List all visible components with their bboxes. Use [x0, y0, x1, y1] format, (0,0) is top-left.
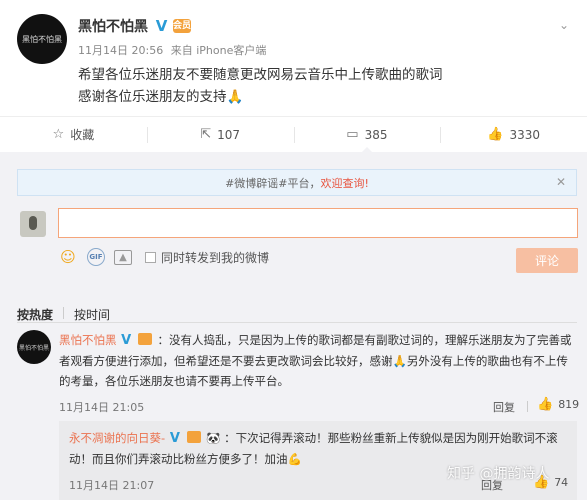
notice-link[interactable]: 欢迎查询! — [321, 175, 369, 191]
post-timestamp[interactable]: 11月14日 20:56 — [78, 44, 163, 57]
author-avatar[interactable]: 黑怕不怕黑 — [17, 14, 67, 64]
verified-icon: V — [121, 333, 132, 348]
sub-comment-author-name[interactable]: 永不凋谢的向日葵- — [69, 431, 165, 445]
chevron-down-icon[interactable]: ⌄ — [559, 18, 573, 32]
member-badge-icon — [137, 333, 152, 345]
thumbs-up-icon: 👍 — [537, 397, 554, 412]
repost-checkbox[interactable] — [145, 251, 156, 263]
zhihu-watermark: 知乎 @拥韵诗人 — [447, 466, 550, 482]
like-button[interactable]: 👍 3330 — [440, 117, 587, 152]
comment-text: 黑怕不怕黑 V ：没有人捣乱，只是因为上传的歌词都是有副歌过词的，理解乐迷朋友为… — [59, 330, 577, 391]
comment-icon: ▭ — [346, 127, 359, 142]
author-name-row: 黑怕不怕黑 V 会员 — [78, 16, 191, 36]
current-user-avatar[interactable] — [20, 211, 46, 237]
comment-like-button[interactable]: 👍 819 — [537, 397, 579, 412]
comment-author-avatar[interactable]: 黑怕不怕黑 — [17, 330, 51, 364]
star-icon: ☆ — [52, 127, 65, 142]
repost-checkbox-label[interactable]: 同时转发到我的微博 — [161, 249, 269, 266]
rumor-notice-banner: #微博辟谣#平台， 欢迎查询! ✕ — [17, 169, 577, 196]
emoji-icon[interactable]: ☺ — [58, 247, 78, 267]
divider — [527, 401, 528, 412]
submit-comment-button[interactable]: 评论 — [516, 248, 578, 273]
repost-button[interactable]: ⇱ 107 — [146, 117, 294, 152]
close-icon[interactable]: ✕ — [556, 175, 566, 189]
post-line: 感谢各位乐迷朋友的支持🙏 — [78, 89, 244, 105]
author-name[interactable]: 黑怕不怕黑 — [78, 16, 148, 36]
comment-like-count: 819 — [558, 398, 580, 411]
panda-icon: 🐼 — [206, 431, 221, 445]
post-source[interactable]: iPhone客户端 — [196, 44, 266, 57]
post-meta: 11月14日 20:56 来自 iPhone客户端 — [78, 42, 266, 58]
tab-sort-time[interactable]: 按时间 — [74, 306, 110, 323]
thumbs-up-icon: 👍 — [487, 127, 504, 142]
like-count: 3330 — [509, 127, 540, 142]
divider — [17, 322, 577, 323]
comment-author-name[interactable]: 黑怕不怕黑 — [59, 333, 117, 347]
comment-reply-button[interactable]: 回复 — [493, 399, 515, 415]
tab-sort-hot[interactable]: 按热度 — [17, 306, 53, 323]
post-content: 希望各位乐迷朋友不要随意更改网易云音乐中上传歌曲的歌词 感谢各位乐迷朋友的支持🙏 — [78, 64, 443, 108]
image-icon[interactable]: ▲ — [114, 249, 132, 265]
post-action-bar: ☆ 收藏 ⇱ 107 ▭ 385 👍 3330 — [0, 116, 587, 153]
sub-comment-time: 11月14日 21:07 — [69, 479, 155, 492]
composer-toolbar: ☺ GIF ▲ 同时转发到我的微博 — [58, 246, 269, 268]
comment-content: ：没有人捣乱，只是因为上传的歌词都是有副歌过词的，理解乐迷朋友为了完善或者观看方… — [59, 333, 572, 388]
notice-text: #微博辟谣#平台， — [225, 176, 321, 190]
sub-comment-like-count: 74 — [554, 476, 569, 489]
favorite-button[interactable]: ☆ 收藏 — [0, 117, 147, 152]
member-badge-icon — [186, 431, 201, 443]
favorite-label: 收藏 — [70, 128, 95, 142]
gif-icon[interactable]: GIF — [87, 248, 105, 266]
post-line: 希望各位乐迷朋友不要随意更改网易云音乐中上传歌曲的歌词 — [78, 67, 443, 83]
comment-time: 11月14日 21:05 — [59, 401, 145, 414]
comment-button[interactable]: ▭ 385 — [293, 117, 441, 153]
verified-icon: V — [155, 17, 168, 35]
tab-divider — [63, 307, 65, 319]
comment-input[interactable] — [58, 208, 578, 238]
verified-icon: V — [169, 431, 180, 446]
comment-sort-tabs: 按热度 按时间 — [17, 306, 110, 323]
comment-count: 385 — [364, 127, 388, 142]
repost-icon: ⇱ — [200, 127, 212, 142]
weibo-post: 黑怕不怕黑 黑怕不怕黑 V 会员 ⌄ 11月14日 20:56 来自 iPhon… — [0, 0, 587, 116]
source-prefix: 来自 — [170, 44, 193, 57]
member-badge-icon[interactable]: 会员 — [173, 19, 191, 33]
repost-count: 107 — [217, 127, 241, 142]
